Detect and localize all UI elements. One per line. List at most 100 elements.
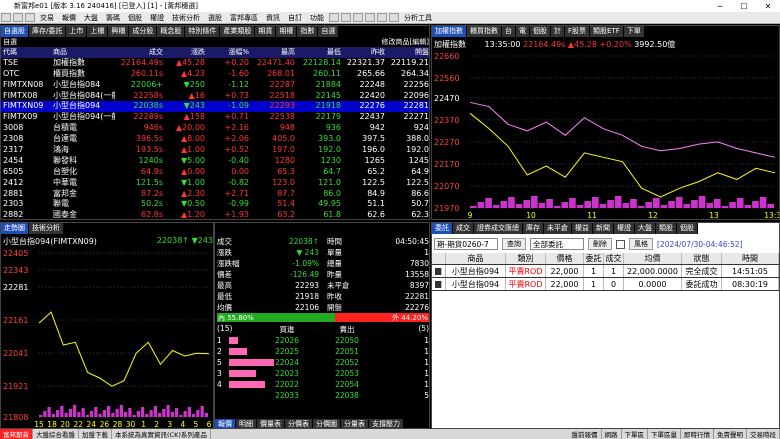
- tab-calc[interactable]: 計: [551, 26, 565, 37]
- col-header[interactable]: 最高: [249, 47, 295, 58]
- minimize-button[interactable]: ─: [708, 2, 732, 11]
- book-row[interactable]: 2 22025 22051 1: [217, 346, 429, 357]
- tab-taiex[interactable]: 加權指數: [432, 26, 467, 37]
- tab-watchlist[interactable]: 自選股: [1, 26, 29, 37]
- tab-support[interactable]: 支撐壓力: [369, 419, 404, 428]
- menu-item[interactable]: 資訊: [262, 13, 284, 23]
- account-select[interactable]: 期-期貨0260-7: [434, 238, 498, 250]
- tab-volume-dist[interactable]: 分量表: [341, 419, 369, 428]
- col-header[interactable]: 最低: [295, 47, 341, 58]
- toolbar-icon[interactable]: [1, 13, 11, 22]
- col-header[interactable]: 昨收: [341, 47, 385, 58]
- tab-otc-index[interactable]: 櫃買指數: [467, 26, 502, 37]
- tab-otc[interactable]: 上櫃: [87, 26, 109, 37]
- toolbar-icon[interactable]: [377, 13, 387, 22]
- quote-row[interactable]: OTC 櫃買指數 260.11s ▲4.23 -1.60 268.01 260.11 265.…: [1, 69, 429, 80]
- tab-options[interactable]: 期權: [276, 26, 298, 37]
- maximize-button[interactable]: ☐: [732, 2, 756, 11]
- tab-elec[interactable]: 電: [516, 26, 530, 37]
- toolbar-icon[interactable]: [389, 13, 399, 22]
- tab-price-dist[interactable]: 分價表: [285, 419, 313, 428]
- quote-row[interactable]: FIMTX08 小型台指084(一般) 22258s ▲16 +0.73 22518 221…: [1, 91, 429, 102]
- book-row[interactable]: 5 22024 22052 1: [217, 357, 429, 368]
- tab-fills[interactable]: 成交: [453, 223, 474, 234]
- tab-etf[interactable]: 類股ETF: [590, 26, 624, 37]
- tab-fill-summary[interactable]: 證券成交匯總: [474, 223, 523, 234]
- tab-price-chart[interactable]: 分價圖: [313, 419, 341, 428]
- tab-holdings[interactable]: 庫存: [523, 223, 544, 234]
- col-header[interactable]: 漲幅%: [205, 47, 249, 58]
- book-row[interactable]: 4 22022 22054 1: [217, 379, 429, 390]
- quote-row[interactable]: 2454 聯發科 1240s ▼5.00 -0.40 1280 1230 1265 1245: [1, 156, 429, 167]
- menu-item[interactable]: 個股: [124, 13, 146, 23]
- tab-warrants[interactable]: 權證: [614, 223, 635, 234]
- toolbar-icon[interactable]: [25, 13, 35, 22]
- tab-orders[interactable]: 委託: [432, 223, 453, 234]
- col-header[interactable]: 商品: [446, 253, 506, 264]
- analysis-tools-menu[interactable]: 分析工具: [400, 13, 436, 23]
- tab-equity[interactable]: 權益: [572, 223, 593, 234]
- order-row[interactable]: 小型台指094 平賣ROD 22,000 1 1 22,000.0000 完全成交 14:51…: [432, 265, 779, 278]
- settings-icon[interactable]: [616, 239, 625, 249]
- status-item[interactable]: 下單區量: [648, 429, 681, 439]
- menu-item[interactable]: 功能: [306, 13, 328, 23]
- toolbar-icon[interactable]: [13, 13, 23, 22]
- tab-market[interactable]: 大盤: [635, 223, 656, 234]
- tab-custom[interactable]: 自選: [318, 26, 340, 37]
- col-header[interactable]: 代碼: [1, 47, 53, 58]
- tab-emerging[interactable]: 興櫃: [108, 26, 130, 37]
- col-header[interactable]: 價格: [546, 253, 584, 264]
- book-row[interactable]: 1 22026 22050 1: [217, 335, 429, 346]
- tab-open-position[interactable]: 未平倉: [544, 223, 572, 234]
- menu-item[interactable]: 交易: [36, 13, 58, 23]
- row-checkbox[interactable]: [435, 281, 442, 288]
- menu-item[interactable]: 自訂: [284, 13, 306, 23]
- quote-row[interactable]: FIMTX09 小型台指094(一般) 22289s ▲158 +0.71 22538 22…: [1, 112, 429, 123]
- status-item[interactable]: 交易時段: [747, 429, 780, 439]
- edit-products-link[interactable]: 修改商品[編輯]: [382, 37, 429, 47]
- tab-special[interactable]: 特別條件: [185, 26, 221, 37]
- toolbar-icon[interactable]: [365, 13, 375, 22]
- delete-button[interactable]: 刪除: [588, 238, 612, 250]
- tab-sectors[interactable]: 類股: [656, 223, 677, 234]
- menu-item[interactable]: 選股: [204, 13, 226, 23]
- tab-concept[interactable]: 概念股: [157, 26, 186, 37]
- col-header[interactable]: [432, 253, 446, 264]
- col-header[interactable]: 開盤: [385, 47, 429, 58]
- col-header[interactable]: 成交: [604, 253, 624, 264]
- quote-row[interactable]: 2412 中華電 121.5s ▼1.00 -0.82 123.0 121.0 122.5 12…: [1, 178, 429, 189]
- menu-item[interactable]: 大盤: [80, 13, 102, 23]
- quote-row[interactable]: FIMTXN08 小型台指084 22006+ ▼250 -1.12 22287 21884…: [1, 80, 429, 91]
- col-header[interactable]: 均價: [624, 253, 682, 264]
- tab-futures[interactable]: 期貨: [255, 26, 277, 37]
- menu-item[interactable]: 技術分析: [168, 13, 204, 23]
- col-header[interactable]: 委託: [584, 253, 604, 264]
- row-checkbox[interactable]: [435, 268, 442, 275]
- tab-stocks[interactable]: 個股: [677, 223, 698, 234]
- status-item[interactable]: 盤前報價: [569, 429, 602, 439]
- status-item[interactable]: 免責聲明: [714, 429, 747, 439]
- tab-listed[interactable]: 上市: [66, 26, 88, 37]
- book-row[interactable]: 3 22023 22053 1: [217, 368, 429, 379]
- quote-row[interactable]: 2882 國泰金 62.8s ▲1.20 +1.93 63.2 61.8 62.6 62.3: [1, 210, 429, 219]
- col-header[interactable]: 成交: [115, 47, 163, 58]
- menu-item[interactable]: 權證: [146, 13, 168, 23]
- menu-item[interactable]: 報價: [58, 13, 80, 23]
- tab-news[interactable]: 新聞: [593, 223, 614, 234]
- tab-inventory[interactable]: 庫存/委託: [29, 26, 67, 37]
- toolbar-icon[interactable]: [329, 13, 339, 22]
- tab-quote[interactable]: 報價: [215, 419, 236, 428]
- close-button[interactable]: ✕: [756, 2, 780, 11]
- status-item[interactable]: 加盤下載: [79, 429, 112, 439]
- tab-industry[interactable]: 產業類股: [220, 26, 256, 37]
- col-header[interactable]: 商品: [53, 47, 115, 58]
- col-header[interactable]: 漲跌: [163, 47, 205, 58]
- status-item[interactable]: 網路: [602, 429, 622, 439]
- quote-row[interactable]: 2317 鴻海 193.5s ▲1.00 +0.52 197.0 192.0 196.0 192…: [1, 145, 429, 156]
- tab-trend[interactable]: 走勢圖: [1, 223, 29, 234]
- quote-row[interactable]: FIMTXN09 小型台指094 22038s ▼243 -1.09 22293 21918…: [1, 101, 429, 113]
- order-filter-select[interactable]: 全部委託: [530, 238, 584, 250]
- quote-row[interactable]: 2881 富邦金 87.2s ▲2.30 +2.71 87.7 86.0 84.9 86.6: [1, 189, 429, 200]
- col-header[interactable]: 時間: [722, 253, 779, 264]
- toolbar-icon[interactable]: [341, 13, 351, 22]
